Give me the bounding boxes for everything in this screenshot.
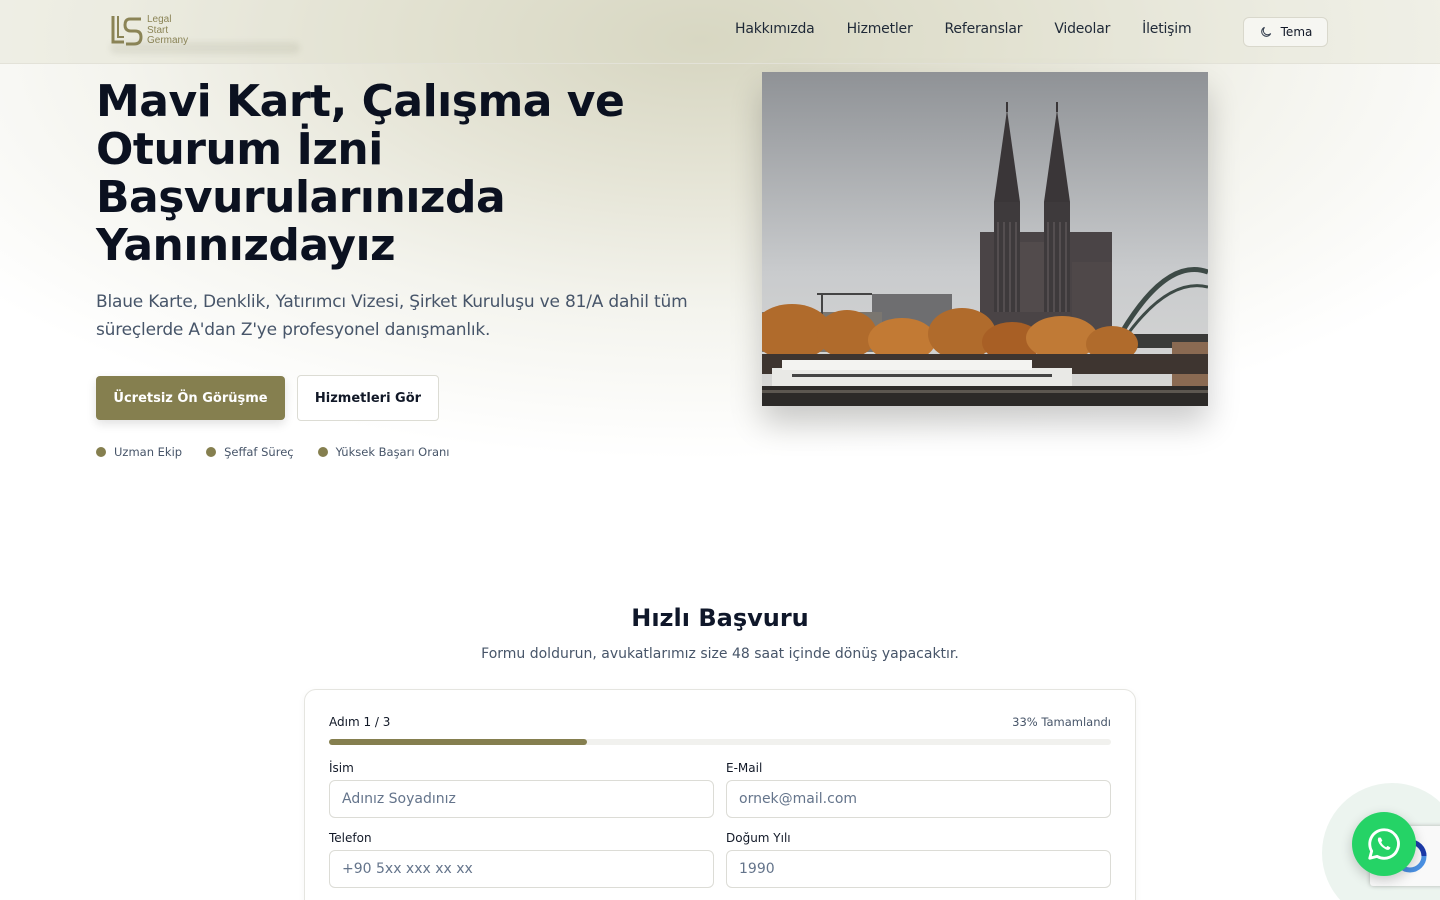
free-consultation-button[interactable]: Ücretsiz Ön Görüşme	[96, 376, 285, 420]
nav-links: Hakkımızda Hizmetler Referanslar Videola…	[735, 21, 1223, 37]
theme-label: Tema	[1280, 25, 1313, 39]
moon-icon	[1260, 26, 1271, 37]
hero-subtitle: Blaue Karte, Denklik, Yatırımcı Vizesi, …	[96, 292, 688, 340]
nav-link-services[interactable]: Hizmetler	[847, 21, 913, 37]
application-form-card: Adım 1 / 3 33% Tamamlandı İsim E-Mail Te…	[304, 689, 1136, 900]
hero-badges: Uzman Ekip Şeffaf Süreç Yüksek Başarı Or…	[96, 445, 474, 459]
bullet-dot-icon	[206, 447, 217, 457]
progress-bar	[329, 739, 1111, 745]
name-label: İsim	[329, 761, 354, 775]
badge-transparent-process: Şeffaf Süreç	[206, 445, 294, 459]
badge-expert-team: Uzman Ekip	[96, 445, 182, 459]
nav-link-references[interactable]: Referanslar	[945, 21, 1023, 37]
phone-label: Telefon	[329, 831, 372, 845]
bullet-dot-icon	[317, 447, 328, 457]
step-indicator: Adım 1 / 3	[329, 715, 391, 729]
nav-link-videos[interactable]: Videolar	[1054, 21, 1110, 37]
nav-link-contact[interactable]: İletişim	[1142, 21, 1191, 37]
decorative-blur	[110, 42, 300, 54]
top-navbar: Legal Start Germany Hakkımızda Hizmetler…	[0, 0, 1440, 64]
view-services-button[interactable]: Hizmetleri Gör	[297, 375, 439, 421]
birth-year-input[interactable]	[726, 850, 1111, 888]
phone-input[interactable]	[329, 850, 714, 888]
email-label: E-Mail	[726, 761, 763, 775]
progress-percent-label: 33% Tamamlandı	[1012, 715, 1111, 729]
badge-high-success: Yüksek Başarı Oranı	[317, 445, 450, 459]
bullet-dot-icon	[96, 447, 106, 457]
whatsapp-icon	[1368, 828, 1400, 860]
hero-image-cologne-cathedral	[762, 72, 1208, 406]
name-input[interactable]	[329, 780, 714, 818]
hero-title: Mavi Kart, Çalışma ve Oturum İzni Başvur…	[96, 76, 625, 271]
birth-year-label: Doğum Yılı	[726, 831, 791, 845]
progress-bar-fill	[329, 739, 588, 745]
whatsapp-button[interactable]	[1352, 812, 1416, 876]
quick-apply-subtitle: Formu doldurun, avukatlarımız size 48 sa…	[481, 646, 959, 662]
theme-toggle-button[interactable]: Tema	[1243, 17, 1328, 47]
quick-apply-title: Hızlı Başvuru	[631, 604, 809, 632]
email-input[interactable]	[726, 780, 1111, 818]
nav-link-about[interactable]: Hakkımızda	[735, 21, 815, 37]
